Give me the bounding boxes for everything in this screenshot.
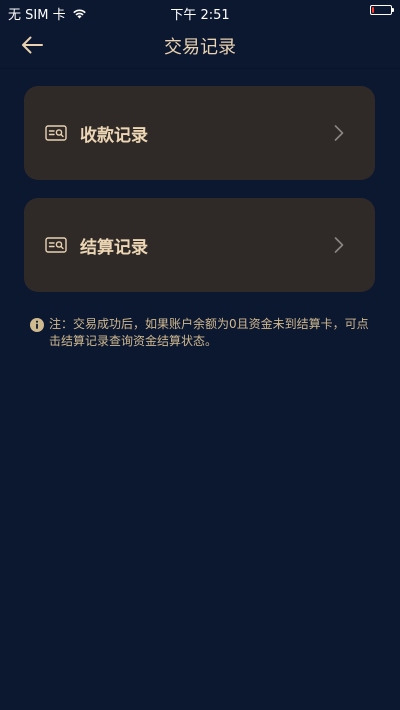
battery-level [372,7,374,13]
settlement-note: 注：交易成功后，如果账户余额为0且资金未到结算卡，可点击结算记录查询资金结算状态… [30,316,370,350]
settlement-records-card[interactable]: 结算记录 [24,198,375,292]
chevron-right-icon [333,123,345,143]
info-icon [30,317,44,332]
receipt-records-label: 收款记录 [80,125,148,146]
card-search-icon [45,237,67,253]
status-time: 下午 2:51 [170,8,230,23]
note-text: 注：交易成功后，如果账户余额为0且资金未到结算卡，可点击结算记录查询资金结算状态… [49,317,369,348]
receipt-records-card[interactable]: 收款记录 [24,86,375,180]
status-bar: 无 SIM 卡 下午 2:51 [0,0,400,23]
battery-icon [370,5,394,15]
page-title: 交易记录 [164,37,236,58]
chevron-right-icon [333,235,345,255]
settlement-records-label: 结算记录 [80,237,148,258]
card-search-icon [45,125,67,141]
nav-bar: 交易记录 [0,22,400,69]
